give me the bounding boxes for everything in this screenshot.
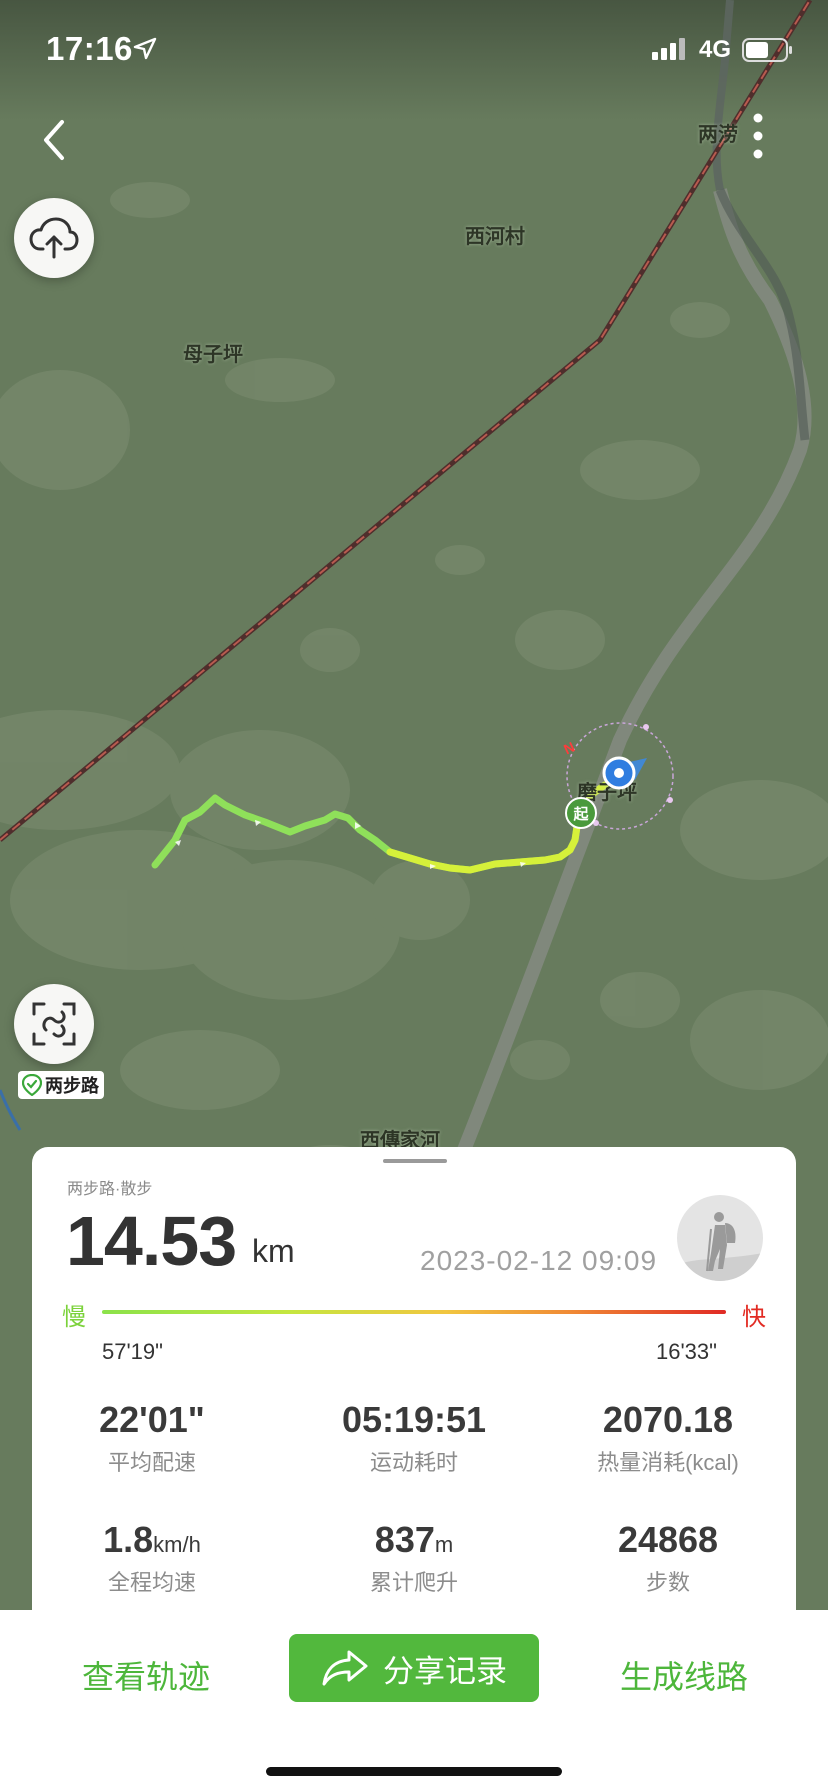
stat-value: 1.8 bbox=[103, 1519, 154, 1560]
cloud-upload-button[interactable] bbox=[14, 198, 94, 278]
stat-label: 全程均速 bbox=[107, 1570, 196, 1595]
brand-logo-icon bbox=[22, 1074, 42, 1096]
stat-steps: 24868 步数 bbox=[548, 1519, 788, 1597]
chevron-left-icon bbox=[44, 120, 64, 160]
stat-value: 2070.18 bbox=[602, 1399, 734, 1440]
stat-value: 24868 bbox=[617, 1519, 719, 1560]
map-label-muziping: 母子坪 bbox=[183, 344, 243, 366]
stat-duration: 05:19:51 运动耗时 bbox=[294, 1399, 534, 1477]
legend-slow: 慢 bbox=[62, 1304, 86, 1331]
record-subtitle: 两步路·散步 bbox=[67, 1181, 153, 1198]
stat-avg-speed: 1.8km/h 全程均速 bbox=[32, 1519, 272, 1597]
share-arrow-icon bbox=[322, 1650, 368, 1686]
vertical-dots-icon bbox=[753, 113, 763, 159]
generate-route-button[interactable]: 生成线路 bbox=[620, 1652, 748, 1698]
brand-watermark: 两步路 bbox=[18, 1071, 104, 1099]
back-button[interactable] bbox=[34, 116, 74, 164]
record-summary-card: 两步路·散步 14.53 km 2023-02-12 09:09 慢 快 57'… bbox=[32, 1147, 796, 1617]
stat-avg-pace: 22'01" 平均配速 bbox=[32, 1399, 272, 1477]
stat-label: 运动耗时 bbox=[369, 1450, 458, 1475]
home-indicator[interactable] bbox=[266, 1767, 562, 1776]
stat-label: 热量消耗(kcal) bbox=[597, 1450, 739, 1475]
record-datetime: 2023-02-12 09:09 bbox=[420, 1245, 658, 1276]
stat-unit: km/h bbox=[153, 1532, 201, 1557]
network-type: 4G bbox=[699, 36, 732, 63]
current-location-icon bbox=[601, 756, 649, 797]
stat-value: 22'01" bbox=[99, 1399, 205, 1440]
start-marker: 起 bbox=[565, 797, 597, 829]
stat-elevation-gain: 837m 累计爬升 bbox=[294, 1519, 534, 1597]
brand-name: 两步路 bbox=[45, 1076, 99, 1096]
stat-calories: 2070.18 热量消耗(kcal) bbox=[548, 1399, 788, 1477]
stat-value: 05:19:51 bbox=[341, 1399, 487, 1440]
legend-fast: 快 bbox=[742, 1304, 766, 1331]
more-options-button[interactable] bbox=[748, 110, 772, 162]
pace-fastest: 16'33" bbox=[656, 1339, 717, 1364]
stat-value: 837 bbox=[374, 1519, 435, 1560]
share-record-button[interactable]: 分享记录 bbox=[289, 1634, 539, 1702]
scan-button[interactable] bbox=[14, 984, 94, 1064]
scan-route-icon bbox=[32, 1002, 76, 1046]
hiker-icon bbox=[677, 1212, 763, 1281]
pace-slowest: 57'19" bbox=[102, 1339, 163, 1364]
stat-label: 累计爬升 bbox=[369, 1570, 458, 1595]
view-track-button[interactable]: 查看轨迹 bbox=[82, 1652, 210, 1698]
cellular-signal-icon bbox=[652, 38, 685, 60]
status-time: 17:16 bbox=[46, 30, 133, 67]
bottom-action-bar: 查看轨迹 分享记录 生成线路 bbox=[0, 1610, 828, 1792]
status-bar: 17:16 4G bbox=[0, 0, 828, 100]
pace-gradient-bar bbox=[102, 1310, 726, 1314]
map-label-lianglao: 两涝 bbox=[698, 124, 738, 146]
battery-icon bbox=[742, 38, 792, 62]
drag-handle[interactable] bbox=[383, 1159, 447, 1163]
map-label-xihecun: 西河村 bbox=[465, 226, 525, 248]
activity-avatar bbox=[677, 1195, 763, 1281]
distance-value: 14.53 bbox=[66, 1202, 237, 1280]
stat-label: 平均配速 bbox=[107, 1450, 196, 1475]
share-record-label: 分享记录 bbox=[383, 1653, 507, 1689]
cloud-upload-icon bbox=[29, 217, 79, 259]
distance-unit: km bbox=[252, 1233, 295, 1269]
stat-label: 步数 bbox=[645, 1570, 690, 1595]
stat-unit: m bbox=[434, 1532, 454, 1557]
location-arrow-icon bbox=[133, 37, 157, 60]
